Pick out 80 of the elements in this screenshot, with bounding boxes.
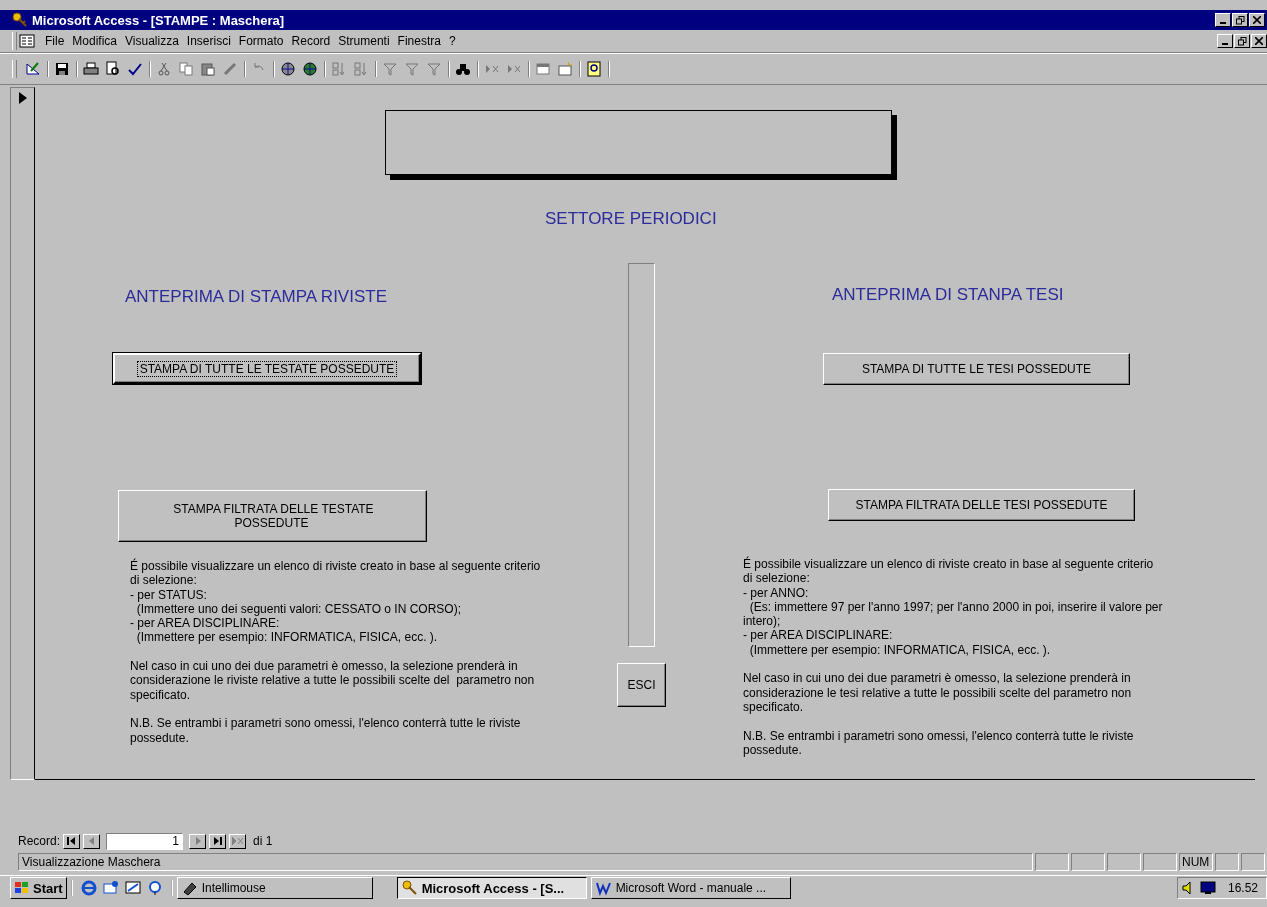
first-icon [67,837,77,845]
minimize-button[interactable] [1217,34,1233,48]
section-heading: ANTEPRIMA DI STANPA TESI [832,285,1064,305]
last-icon [213,837,223,845]
last-record-button[interactable] [209,833,227,849]
next-record-button[interactable] [189,833,207,849]
browser-icon[interactable] [80,880,97,896]
menu-item[interactable]: ? [444,34,460,48]
restore-icon [1237,36,1247,46]
printer-icon[interactable] [83,61,99,77]
window-icon[interactable] [535,61,551,77]
print-button[interactable]: STAMPA DI TUTTE LE TESI POSSEDUTE [823,353,1130,385]
menu-item[interactable]: Modifica [68,34,122,48]
print-button[interactable]: STAMPA FILTRATA DELLE TESI POSSEDUTE [828,489,1135,521]
status-pane [1107,852,1141,871]
design-view-icon[interactable] [25,61,41,77]
close-icon [1253,16,1261,24]
status-pane [1143,852,1177,871]
menu-item[interactable]: Record [287,34,335,48]
document-icon [595,880,612,896]
mouse-icon [181,880,198,896]
menu-item[interactable]: Strumenti [334,34,394,48]
copy-icon[interactable] [178,61,194,77]
key-icon [401,880,418,896]
status-indicator: NUM [1179,852,1213,871]
globe-icon[interactable] [280,61,296,77]
restore-icon [1235,15,1245,25]
close-button[interactable] [1251,34,1267,48]
new-record-icon [231,837,244,845]
globe-icon[interactable] [302,61,318,77]
status-pane [1215,852,1239,871]
status-pane [1035,852,1069,871]
status-pane [1241,852,1265,871]
close-button[interactable] [1249,13,1265,27]
window-title: Microsoft Access - [STAMPE : Maschera] [32,12,286,28]
restore-button[interactable] [1232,13,1248,27]
form-icon[interactable] [19,34,35,48]
start-button[interactable]: Start [10,877,67,899]
record-pointer-icon [19,92,27,104]
description-text: É possibile visualizzare un elenco di riviste creato in base al seguente criterio di selezione: - per STATUS: (Immettere uno dei seguenti valori: CESSATO o IN CORSO); - per AREA DISCIPLINARE: (Immettere per esempio: INFORMATICA, FISICA, ecc. ). Nel caso in cui uno dei due parametri è omesso, la selezione prenderà in considerazione le riviste relative a tutte le possibili scelte del parametro non specificato. N.B. Se entrambi i parametri sono omessi, l'elenco conterrà tutte le riviste possedute. [130,559,541,745]
new-record-button[interactable] [229,833,247,849]
menu-item[interactable]: Finestra [393,34,445,48]
print-button[interactable]: STAMPA DI TUTTE LE TESTATE POSSEDUTE [113,353,421,384]
menu-item[interactable]: Inserisci [182,34,235,48]
status-pane [1071,852,1105,871]
desktop-icon[interactable] [124,880,141,896]
print-preview-icon[interactable] [105,61,121,77]
windows-logo-icon [14,881,30,895]
taskbar-button[interactable]: Microsoft Word - manuale ... [590,877,791,899]
monitor-icon[interactable] [1199,881,1216,895]
paste-icon[interactable] [200,61,216,77]
key-icon [12,12,28,28]
taskbar-button[interactable]: Intellimouse [176,877,373,899]
close-icon [1255,37,1263,45]
section-heading: ANTEPRIMA DI STAMPA RIVISTE [125,287,387,307]
record-label: Record: [18,834,61,848]
new-object-icon[interactable] [557,61,573,77]
first-record-button[interactable] [63,833,81,849]
menu-item[interactable]: File [41,34,69,48]
mail-icon[interactable] [102,880,119,896]
previous-record-button[interactable] [83,833,101,849]
menu-item[interactable]: Visualizza [121,34,183,48]
next-icon [194,837,201,845]
minimize-button[interactable] [1215,13,1231,27]
status-text: Visualizzazione Maschera [18,852,1033,871]
clock: 16.52 [1227,881,1258,895]
spell-check-icon[interactable] [127,61,143,77]
scissors-icon[interactable] [156,61,172,77]
binoculars-icon[interactable] [455,61,471,77]
help-icon[interactable] [586,61,602,77]
restore-button[interactable] [1234,34,1250,48]
previous-icon [88,837,95,845]
record-count: di 1 [253,834,273,848]
record-number-field[interactable]: 1 [106,832,184,850]
section-heading: SETTORE PERIODICI [545,209,717,229]
menu-item[interactable]: Formato [234,34,288,48]
taskbar-button[interactable]: Microsoft Access - [S... [396,877,587,899]
exit-button[interactable]: ESCI [617,663,666,707]
description-text: É possibile visualizzare un elenco di riviste creato in base al seguente criterio di selezione: - per ANNO: (Es: immettere 97 per l'anno 1997; per l'anno 2000 in poi, inserire il valore per intero); - per AREA DISCIPLINARE: (Immettere per esempio: INFORMATICA, FISICA, ecc. ). Nel caso in cui uno dei due parametri è omesso, la selezione prenderà in considerazione le tesi relative a tutte le possibili scelte del parametro non specificato. N.B. Se entrambi i parametri sono omessi, l'elenco conterrà tutte le riviste possedute. [743,557,1163,758]
print-button[interactable]: STAMPA FILTRATA DELLE TESTATE POSSEDUTE [118,490,427,542]
